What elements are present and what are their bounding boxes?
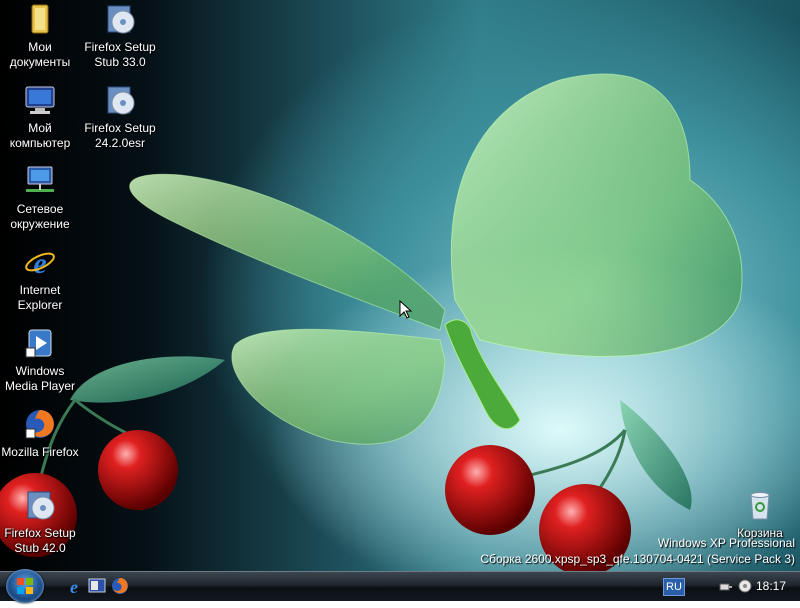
setup-cd-icon (107, 5, 135, 34)
desktop-icon-firefox-setup-stub-42[interactable]: Firefox Setup Stub 42.0 (0, 488, 80, 556)
safely-remove-hardware-icon[interactable] (718, 578, 734, 594)
ie-icon: e (25, 247, 55, 279)
mouse-cursor-icon (399, 300, 413, 319)
icon-label: Windows Media Player (4, 364, 76, 393)
clock[interactable]: 18:17 (756, 579, 786, 593)
icon-label: Мои документы (9, 40, 71, 69)
icon-label: Firefox Setup 24.2.0esr (84, 121, 156, 150)
desktop[interactable]: Мои документы Firefox Setup Stub 33.0 Мо… (0, 0, 800, 571)
quick-launch-show-desktop-icon[interactable] (87, 576, 107, 596)
recycle-bin-icon (750, 492, 770, 520)
icon-label: Mozilla Firefox (1, 445, 79, 459)
setup-cd-icon (27, 491, 55, 520)
desktop-icon-my-computer[interactable]: Мой компьютер (0, 83, 80, 151)
svg-text:e: e (33, 247, 46, 279)
icon-label: Firefox Setup Stub 33.0 (84, 40, 156, 69)
quick-launch-firefox-icon[interactable] (110, 576, 130, 596)
desktop-icon-mozilla-firefox[interactable]: Mozilla Firefox (0, 407, 80, 460)
icon-label: Internet Explorer (17, 283, 63, 312)
windows-logo-icon (17, 578, 33, 594)
icon-label: Firefox Setup Stub 42.0 (4, 526, 76, 555)
svg-text:e: e (70, 577, 78, 596)
desktop-icon-firefox-setup-24[interactable]: Firefox Setup 24.2.0esr (80, 83, 160, 151)
folder-icon (31, 4, 49, 34)
desktop-icon-internet-explorer[interactable]: e Internet Explorer (0, 245, 80, 313)
icon-label: Сетевое окружение (10, 202, 70, 231)
volume-icon[interactable] (737, 578, 753, 594)
taskbar: e RU 18:17 (0, 569, 800, 603)
desktop-icon-network-places[interactable]: Сетевое окружение (0, 164, 80, 232)
desktop-icon-windows-media-player[interactable]: Windows Media Player (0, 326, 80, 394)
os-build-watermark: Сборка 2600.xpsp_sp3_qfe.130704-0421 (Se… (480, 552, 795, 566)
setup-cd-icon (107, 86, 135, 115)
desktop-icon-recycle-bin[interactable]: Корзина (720, 488, 800, 541)
network-icon (26, 166, 54, 192)
start-button[interactable] (6, 569, 44, 603)
quick-launch-ie-icon[interactable]: e (64, 576, 84, 596)
computer-icon (25, 86, 55, 114)
firefox-icon (25, 410, 54, 439)
os-version-watermark: Windows XP Professional (657, 536, 795, 550)
language-indicator[interactable]: RU (663, 578, 685, 596)
media-player-icon (25, 329, 52, 358)
desktop-icon-firefox-setup-stub-33[interactable]: Firefox Setup Stub 33.0 (80, 2, 160, 70)
icon-label: Мой компьютер (9, 121, 71, 150)
desktop-icon-my-documents[interactable]: Мои документы (0, 2, 80, 70)
